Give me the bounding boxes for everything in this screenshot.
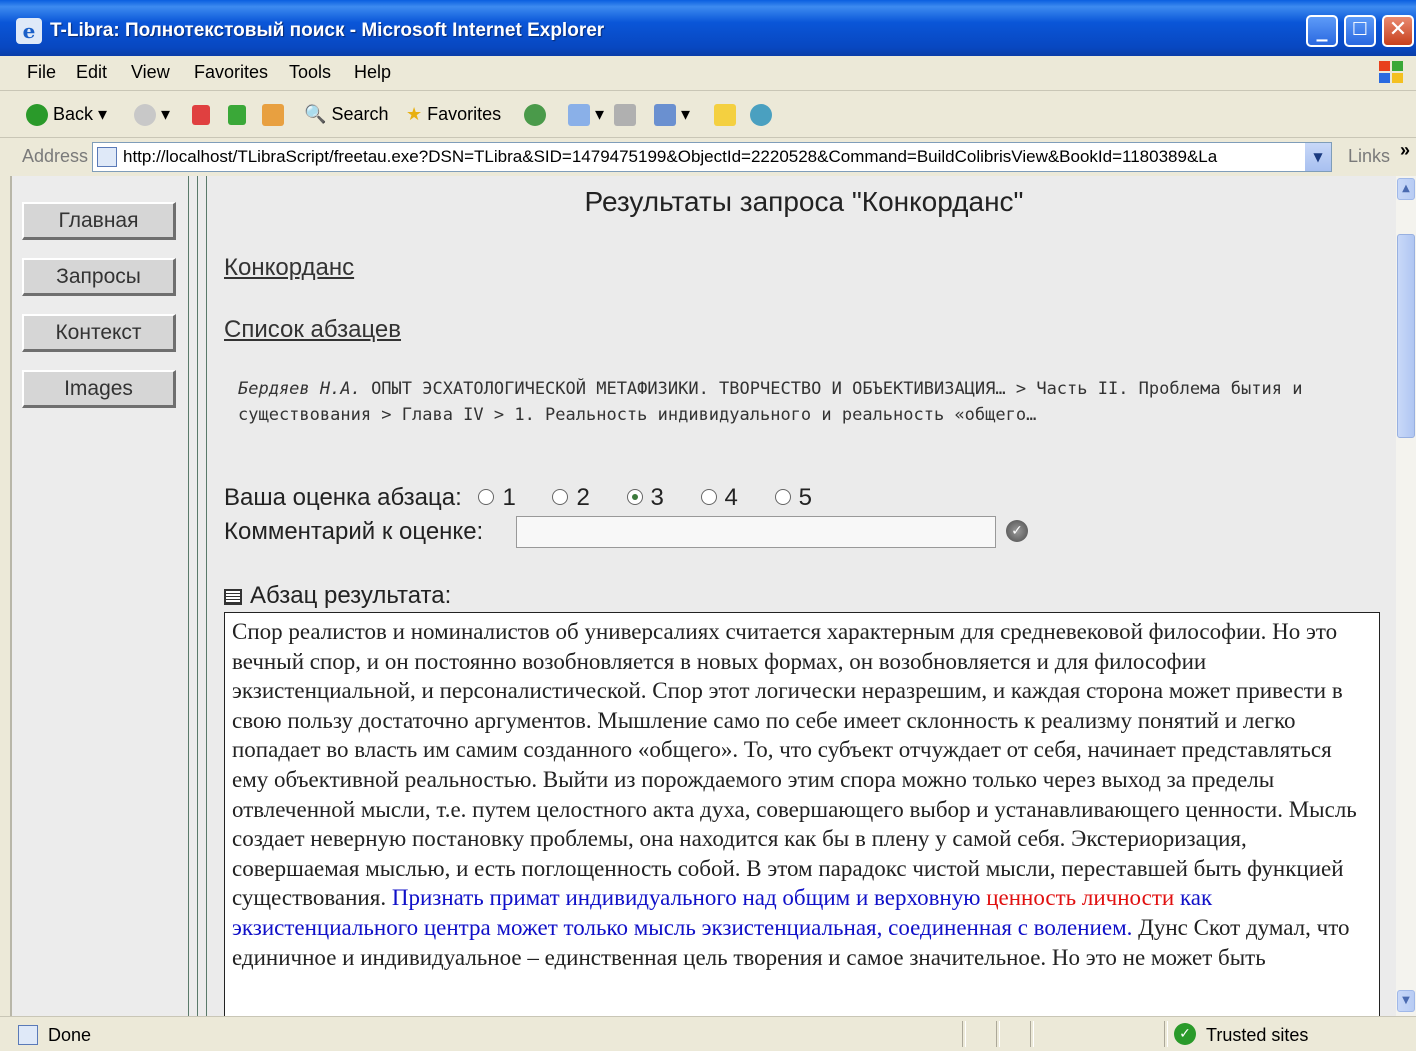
status-bar: Done ✓ Trusted sites [0, 1016, 1416, 1051]
rating-option-1[interactable]: 1 [478, 484, 516, 512]
status-separator [962, 1021, 966, 1047]
address-url: http://localhost/TLibraScript/freetau.ex… [123, 147, 1218, 166]
toolbar: Back ▾ ▾ 🔍 Search ★ Favorites ▾ ▾ [0, 91, 1416, 138]
breadcrumb-path: ОПЫТ ЭСХАТОЛОГИЧЕСКОЙ МЕТАФИЗИКИ. ТВОРЧЕ… [238, 379, 1303, 425]
page-icon [97, 147, 117, 167]
browser-window: e T-Libra: Полнотекстовый поиск - Micros… [0, 0, 1416, 1051]
nav-home-button[interactable]: Главная [22, 202, 176, 240]
main-panel: Результаты запроса "Конкорданс" Конкорда… [210, 176, 1398, 1016]
frame-divider [184, 176, 210, 1016]
back-button[interactable]: Back ▾ [26, 100, 107, 128]
back-arrow-icon [26, 104, 48, 127]
page-content: Главная Запросы Контекст Images Результа… [10, 176, 1398, 1016]
refresh-icon [228, 105, 246, 126]
favorites-button[interactable]: ★ Favorites [406, 100, 501, 128]
radio-4[interactable] [700, 488, 717, 505]
print-icon [614, 104, 636, 127]
menu-help[interactable]: Help [354, 62, 391, 83]
radio-5[interactable] [774, 488, 791, 505]
history-button[interactable] [524, 100, 546, 128]
close-button[interactable]: ✕ [1382, 15, 1414, 47]
scroll-up-button[interactable]: ▲ [1397, 178, 1415, 200]
scroll-thumb[interactable] [1397, 234, 1415, 438]
star-icon: ★ [406, 104, 423, 124]
rating-option-3[interactable]: 3 [626, 484, 664, 512]
trusted-zone-check-icon: ✓ [1174, 1023, 1196, 1045]
nav-queries-button[interactable]: Запросы [22, 258, 176, 296]
rating-label: Ваша оценка абзаца: [224, 484, 462, 511]
title-bar: e T-Libra: Полнотекстовый поиск - Micros… [0, 0, 1416, 56]
paragraph-list-link[interactable]: Список абзацев [224, 316, 401, 344]
comment-label: Комментарий к оценке: [224, 518, 484, 545]
radio-2[interactable] [552, 488, 569, 505]
minimize-button[interactable]: _ [1306, 15, 1338, 47]
rating-row: Ваша оценка абзаца: 1 2 3 4 5 [224, 484, 842, 512]
note-icon [714, 104, 736, 127]
ie-logo-icon: e [16, 18, 42, 44]
discuss-button[interactable] [714, 100, 736, 128]
stop-icon [192, 105, 210, 126]
mail-icon [568, 104, 590, 127]
nav-context-button[interactable]: Контекст [22, 314, 176, 352]
rating-option-4[interactable]: 4 [700, 484, 738, 512]
breadcrumb-author: Бердяев Н.А. [238, 379, 361, 399]
status-separator [1164, 1021, 1168, 1047]
menu-bar: File Edit View Favorites Tools Help [0, 56, 1416, 91]
status-separator [1030, 1021, 1034, 1047]
menu-edit[interactable]: Edit [76, 62, 107, 83]
highlight-red: ценность личности [986, 885, 1175, 911]
rating-option-2[interactable]: 2 [552, 484, 590, 512]
address-input[interactable]: http://localhost/TLibraScript/freetau.ex… [92, 142, 1332, 172]
history-icon [524, 104, 546, 127]
menu-file[interactable]: File [27, 62, 56, 83]
search-button[interactable]: 🔍 Search [304, 100, 388, 128]
status-text: Done [48, 1025, 92, 1045]
radio-1[interactable] [478, 488, 495, 505]
print-button[interactable] [614, 100, 636, 128]
menu-favorites[interactable]: Favorites [194, 62, 268, 83]
document-icon [224, 588, 242, 605]
forward-arrow-icon [134, 104, 156, 127]
messenger-button[interactable] [750, 100, 772, 128]
breadcrumb: Бердяев Н.А. ОПЫТ ЭСХАТОЛОГИЧЕСКОЙ МЕТАФ… [238, 376, 1368, 428]
address-label: Address [22, 146, 89, 166]
edit-button[interactable]: ▾ [654, 100, 690, 128]
result-paragraph-text: Спор реалистов и номиналистов об универс… [232, 619, 1357, 970]
messenger-icon [750, 104, 772, 127]
page-icon [18, 1025, 38, 1045]
chevron-right-icon[interactable]: » [1400, 140, 1410, 161]
submit-check-icon[interactable]: ✓ [1006, 520, 1028, 542]
result-heading: Абзац результата: [224, 582, 451, 610]
scroll-down-button[interactable]: ▼ [1397, 990, 1415, 1012]
highlight-blue-1: Признать примат индивидуального над общи… [391, 885, 987, 911]
home-icon [262, 104, 284, 127]
rating-option-5[interactable]: 5 [774, 484, 812, 512]
links-label[interactable]: Links [1348, 146, 1390, 167]
windows-logo-icon [1379, 61, 1403, 83]
menu-tools[interactable]: Tools [289, 62, 331, 83]
forward-button[interactable]: ▾ [134, 100, 170, 128]
mail-button[interactable]: ▾ [568, 100, 604, 128]
address-dropdown-button[interactable]: ▼ [1305, 143, 1331, 171]
stop-button[interactable] [192, 100, 210, 128]
refresh-button[interactable] [228, 100, 246, 128]
edit-icon [654, 104, 676, 127]
result-paragraph-box: Спор реалистов и номиналистов об универс… [224, 612, 1380, 1016]
status-separator [996, 1021, 1000, 1047]
address-bar: Address http://localhost/TLibraScript/fr… [0, 138, 1416, 176]
radio-3-selected[interactable] [626, 488, 643, 505]
window-title: T-Libra: Полнотекстовый поиск - Microsof… [50, 20, 605, 41]
comment-input[interactable] [516, 516, 996, 548]
nav-images-button[interactable]: Images [22, 370, 176, 408]
search-icon: 🔍 [304, 104, 327, 124]
menu-view[interactable]: View [131, 62, 170, 83]
page-title: Результаты запроса "Конкорданс" [584, 186, 1024, 217]
vertical-scrollbar[interactable]: ▲ ▼ [1396, 176, 1416, 1016]
security-zone-label: Trusted sites [1206, 1025, 1309, 1045]
left-navigation: Главная Запросы Контекст Images [12, 176, 184, 1016]
concordance-link[interactable]: Конкорданс [224, 254, 354, 282]
maximize-button[interactable]: ☐ [1344, 15, 1376, 47]
home-button[interactable] [262, 100, 284, 128]
